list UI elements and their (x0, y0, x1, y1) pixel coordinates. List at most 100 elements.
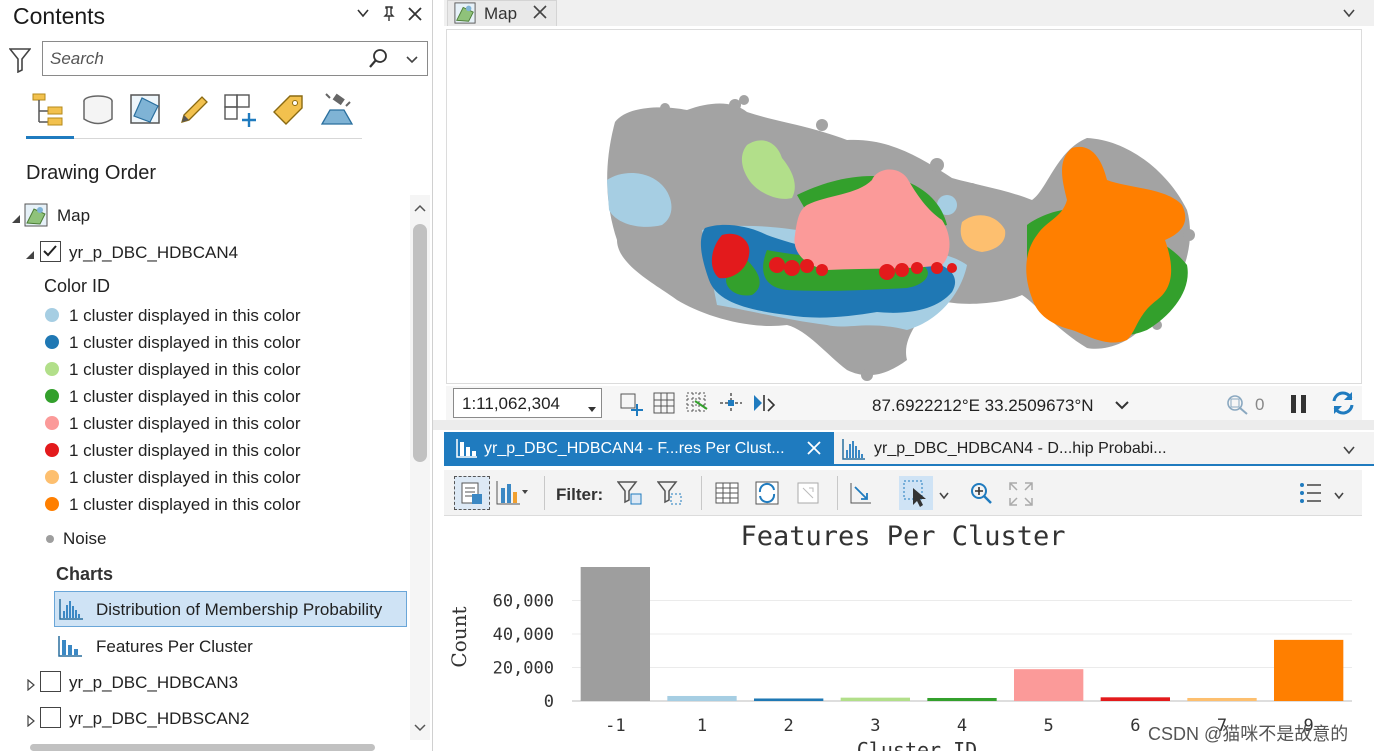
horizontal-scroll-thumb[interactable] (30, 744, 375, 751)
chart-properties-icon[interactable] (454, 476, 490, 510)
contents-title: Contents (13, 3, 106, 29)
list-by-data-source-icon[interactable] (80, 92, 116, 128)
filter-by-extent-icon[interactable] (616, 480, 643, 511)
bar-cluster-7[interactable] (1187, 697, 1257, 701)
pane-splitter[interactable] (433, 420, 1374, 430)
snapping-icon[interactable] (718, 391, 744, 420)
pause-drawing-icon[interactable] (1289, 393, 1309, 420)
drawing-order-heading: Drawing Order (26, 162, 157, 184)
bar-cluster--1[interactable] (580, 567, 650, 701)
list-by-perspective-imagery-icon[interactable] (318, 92, 354, 128)
legend-swatch (45, 362, 59, 376)
bar-cluster-6[interactable] (1100, 697, 1170, 701)
list-by-drawing-order-icon[interactable] (30, 92, 66, 128)
clear-selection-icon[interactable] (797, 482, 819, 509)
layer-visibility-checkbox[interactable] (40, 241, 61, 262)
chart-area[interactable]: Features Per Cluster Count Cluster ID 0 2… (444, 517, 1362, 751)
pane-options-chevron-icon[interactable] (352, 6, 374, 25)
grid-icon[interactable] (653, 392, 675, 419)
tab-list-chevron-icon[interactable] (1342, 6, 1356, 25)
close-pane-icon[interactable] (404, 6, 426, 27)
open-table-icon[interactable] (715, 482, 739, 509)
view-toolbar-divider (74, 138, 362, 139)
chart-toolbar: Filter: (444, 470, 1362, 516)
tab-features-per-cluster[interactable]: yr_p_DBC_HDBCAN4 - F...res Per Clust... (444, 432, 834, 466)
select-mode-chevron-icon[interactable] (938, 488, 950, 506)
bar-cluster-3[interactable] (840, 697, 910, 701)
legend-swatch (45, 416, 59, 430)
legend-label: 1 cluster displayed in this color (69, 468, 301, 487)
layer-row-hdbcan3[interactable]: yr_p_DBC_HDBCAN3 (24, 671, 324, 693)
legend-item-noise: Noise (45, 529, 245, 551)
tab-map[interactable]: Map (447, 0, 557, 26)
add-extent-icon[interactable] (619, 392, 643, 421)
chart-item-features-per-cluster[interactable]: Features Per Cluster (54, 632, 407, 662)
legend-swatch (45, 389, 59, 403)
bar-cluster-2[interactable] (754, 698, 824, 701)
legend-label: 1 cluster displayed in this color (69, 360, 301, 379)
pin-icon[interactable] (378, 6, 400, 27)
chart-item-membership-probability[interactable]: Distribution of Membership Probability (54, 591, 407, 627)
add-chart-icon[interactable] (496, 480, 530, 511)
full-extent-icon[interactable] (1008, 481, 1034, 512)
switch-selection-icon[interactable] (754, 480, 780, 511)
chart-x-axis-label: Cluster ID (857, 738, 977, 751)
close-tab-icon[interactable] (532, 4, 548, 25)
search-options-chevron-icon[interactable] (403, 50, 421, 68)
collapse-triangle-icon[interactable] (10, 210, 22, 223)
chart-options-chevron-icon[interactable] (1333, 488, 1345, 506)
legend-swatch (45, 335, 59, 349)
chart-tab-label: yr_p_DBC_HDBCAN4 - D...hip Probabi... (874, 440, 1167, 457)
coordinate-format-chevron-icon[interactable] (1114, 398, 1130, 417)
chart-title: Features Per Cluster (740, 521, 1065, 552)
bar-cluster-4[interactable] (927, 697, 997, 701)
bar-cluster-9[interactable] (1274, 639, 1344, 701)
grid-snap-icon[interactable] (685, 391, 709, 420)
chart-y-axis-label: Count (447, 606, 471, 667)
list-by-snapping-icon[interactable] (222, 92, 258, 128)
legend-label: 1 cluster displayed in this color (69, 441, 301, 460)
list-by-selection-icon[interactable] (128, 92, 164, 128)
map-canvas[interactable] (446, 29, 1362, 384)
bar-cluster-5[interactable] (1014, 669, 1084, 701)
vertical-scroll-thumb[interactable] (413, 224, 427, 462)
chart-tab-label: yr_p_DBC_HDBCAN4 - F...res Per Clust... (484, 440, 785, 457)
selected-features-icon[interactable] (1224, 390, 1250, 421)
zoom-to-selection-icon[interactable] (849, 481, 873, 510)
filter-by-selection-icon[interactable] (656, 480, 683, 511)
search-icon[interactable] (367, 48, 389, 70)
layer-row-hdbscan2[interactable]: yr_p_DBC_HDBSCAN2 (24, 707, 324, 729)
expand-triangle-icon[interactable] (26, 712, 36, 732)
list-by-labeling-icon[interactable] (270, 92, 306, 128)
tab-list-chevron-icon[interactable] (1342, 443, 1356, 462)
filter-funnel-icon[interactable] (8, 47, 32, 74)
close-tab-icon[interactable] (806, 440, 822, 461)
y-tick-label: 0 (544, 692, 554, 712)
expand-triangle-icon[interactable] (26, 676, 36, 696)
scroll-down-arrow-icon[interactable] (413, 720, 427, 738)
layer-row-active[interactable]: yr_p_DBC_HDBCAN4 (24, 241, 324, 263)
x-tick-label: 3 (870, 716, 880, 736)
collapse-triangle-icon[interactable] (24, 246, 36, 259)
search-input[interactable] (50, 47, 360, 71)
cluster-map-rendering (607, 95, 1195, 381)
layer-visibility-checkbox[interactable] (40, 671, 61, 692)
scale-selector[interactable]: 1:11,062,304 (453, 388, 602, 418)
bar-cluster-1[interactable] (667, 695, 737, 701)
map-tab-label: Map (484, 4, 518, 23)
watermark: CSDN @猫咪不是故意的 (1148, 724, 1349, 744)
select-tool-icon[interactable] (899, 476, 933, 510)
refresh-icon[interactable] (1330, 390, 1356, 421)
list-by-editing-icon[interactable] (176, 92, 212, 128)
scroll-up-arrow-icon[interactable] (413, 200, 427, 218)
tab-membership-probability[interactable]: yr_p_DBC_HDBCAN4 - D...hip Probabi... (838, 432, 1198, 466)
chart-options-list-icon[interactable] (1299, 480, 1323, 511)
layer-visibility-checkbox[interactable] (40, 707, 61, 728)
x-tick-label: -1 (605, 716, 625, 736)
color-id-heading: Color ID (44, 276, 111, 296)
zoom-in-icon[interactable] (969, 481, 993, 510)
x-tick-label: 4 (957, 716, 967, 736)
dropdown-arrow-icon[interactable] (587, 399, 597, 419)
legend-item: 1 cluster displayed in this color (45, 360, 395, 382)
correction-icon[interactable] (750, 391, 776, 420)
